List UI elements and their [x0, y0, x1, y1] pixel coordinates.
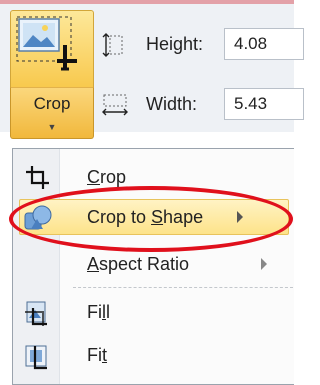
menu-separator — [73, 287, 293, 288]
height-input[interactable]: 4.08 — [224, 28, 304, 60]
annotation-ellipse — [9, 186, 293, 252]
fit-icon — [25, 345, 47, 370]
menu-item-fit[interactable]: Fit — [15, 335, 295, 375]
width-icon — [102, 94, 128, 116]
width-input[interactable]: 5.43 — [224, 88, 304, 120]
submenu-arrow-icon — [261, 258, 267, 270]
menu-item-fill[interactable]: Fill — [15, 292, 295, 332]
crop-button-label: Crop — [33, 94, 71, 113]
crop-dropdown-button[interactable]: Crop ▼ — [10, 87, 94, 139]
crop-dropdown-menu: Crop Crop to Shape Aspect Ratio Fill Fit — [12, 148, 294, 385]
menu-item-label: Crop — [87, 167, 127, 187]
height-icon — [102, 33, 123, 57]
menu-item-label: Fill — [87, 302, 110, 322]
chevron-down-icon: ▼ — [47, 122, 57, 132]
crop-button[interactable] — [10, 10, 94, 88]
menu-item-label: Aspect Ratio — [87, 254, 190, 274]
menu-item-label: Fit — [87, 345, 108, 365]
crop-picture-icon — [16, 16, 77, 71]
width-label: Width: — [146, 94, 198, 114]
crop-icon — [26, 166, 49, 189]
fill-icon — [25, 301, 47, 326]
height-label: Height: — [146, 34, 204, 54]
